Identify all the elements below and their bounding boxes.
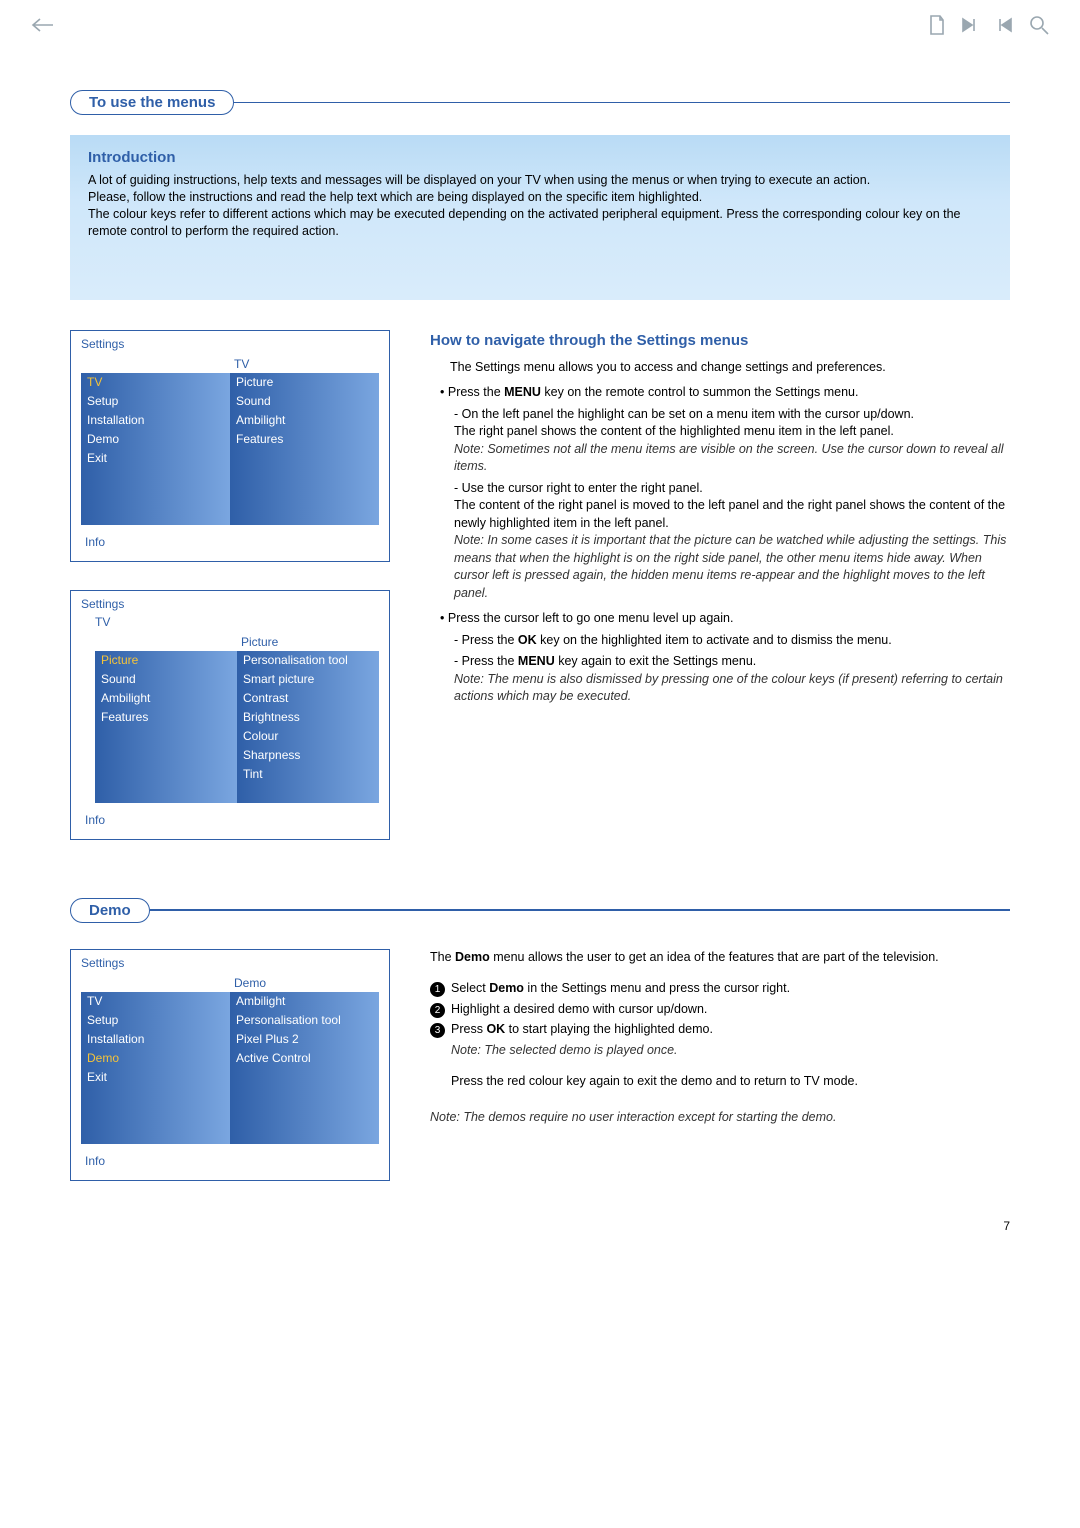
- menu-item[interactable]: Sound: [95, 670, 237, 689]
- intro-heading: Introduction: [88, 149, 992, 166]
- how-heading: How to navigate through the Settings men…: [430, 330, 1010, 351]
- menu-panel-1: Settings TVSetupInstallationDemoExit...T…: [70, 330, 390, 562]
- info-label: Info: [81, 803, 379, 829]
- menu-item[interactable]: .: [95, 784, 237, 803]
- menu-item[interactable]: Picture: [95, 651, 237, 670]
- menu-item[interactable]: Personalisation tool: [230, 1011, 379, 1030]
- step-3: 3Press OK to start playing the highlight…: [430, 1021, 1010, 1039]
- menu-item[interactable]: Exit: [81, 1068, 230, 1087]
- toolbar: [0, 14, 1080, 39]
- step-1: 1Select Demo in the Settings menu and pr…: [430, 980, 1010, 998]
- menu-item[interactable]: Exit: [81, 449, 230, 468]
- section-header: To use the menus: [70, 90, 1010, 115]
- menu-item[interactable]: .: [230, 1068, 379, 1087]
- panel-title: Settings: [81, 597, 379, 611]
- menu-item[interactable]: Tint: [237, 765, 379, 784]
- menu-item[interactable]: .: [237, 784, 379, 803]
- menu-item[interactable]: Sound: [230, 392, 379, 411]
- sub-cursor-right: Use the cursor right to enter the right …: [454, 480, 1010, 603]
- menu-item[interactable]: TV: [81, 992, 230, 1011]
- breadcrumb: TV: [81, 615, 379, 629]
- menu-item[interactable]: TV: [81, 373, 230, 392]
- menu-item[interactable]: Features: [95, 708, 237, 727]
- how-to-text: How to navigate through the Settings men…: [430, 330, 1010, 868]
- menu-item[interactable]: Colour: [237, 727, 379, 746]
- menu-item[interactable]: .: [95, 746, 237, 765]
- menu-item[interactable]: Installation: [81, 1030, 230, 1049]
- demo-section-title: Demo: [70, 898, 150, 923]
- menu-item[interactable]: .: [230, 506, 379, 525]
- info-label: Info: [81, 1144, 379, 1170]
- prev-track-icon[interactable]: [994, 16, 1014, 37]
- menu-item[interactable]: Contrast: [237, 689, 379, 708]
- page-number: 7: [1003, 1219, 1010, 1233]
- right-header: TV: [230, 355, 379, 373]
- intro-p1: A lot of guiding instructions, help text…: [88, 172, 992, 189]
- demo-footnote: Note: The demos require no user interact…: [430, 1109, 1010, 1127]
- bullet-cursor-left: Press the cursor left to go one menu lev…: [440, 610, 1010, 706]
- menu-item[interactable]: Personalisation tool: [237, 651, 379, 670]
- menu-item[interactable]: .: [95, 765, 237, 784]
- menu-item[interactable]: Ambilight: [230, 992, 379, 1011]
- red-key-note: Press the red colour key again to exit t…: [430, 1073, 1010, 1091]
- menu-item[interactable]: .: [81, 1106, 230, 1125]
- step-2: 2Highlight a desired demo with cursor up…: [430, 1001, 1010, 1019]
- bullet-menu-key: Press the MENU key on the remote control…: [440, 384, 1010, 602]
- menu-item[interactable]: Setup: [81, 392, 230, 411]
- menu-item[interactable]: .: [95, 727, 237, 746]
- menu-item[interactable]: .: [81, 506, 230, 525]
- menu-item[interactable]: Pixel Plus 2: [230, 1030, 379, 1049]
- right-header: Picture: [237, 633, 379, 651]
- sub-ok-key: Press the OK key on the highlighted item…: [454, 632, 1010, 650]
- menu-item[interactable]: .: [81, 487, 230, 506]
- section-title: To use the menus: [70, 90, 234, 115]
- menu-item[interactable]: .: [230, 449, 379, 468]
- how-lead: The Settings menu allows you to access a…: [430, 359, 1010, 377]
- menu-item[interactable]: .: [230, 1106, 379, 1125]
- intro-p2: Please, follow the instructions and read…: [88, 189, 992, 206]
- info-label: Info: [81, 525, 379, 551]
- menu-item[interactable]: .: [81, 1087, 230, 1106]
- menu-item[interactable]: Picture: [230, 373, 379, 392]
- menu-item[interactable]: Active Control: [230, 1049, 379, 1068]
- sub-left-panel: On the left panel the highlight can be s…: [454, 406, 1010, 476]
- sub-menu-exit: Press the MENU key again to exit the Set…: [454, 653, 1010, 706]
- menu-item[interactable]: Features: [230, 430, 379, 449]
- panel-title: Settings: [81, 337, 379, 351]
- menu-panel-demo: Settings TVSetupInstallationDemoExit...D…: [70, 949, 390, 1181]
- demo-intro: The Demo menu allows the user to get an …: [430, 949, 1010, 967]
- menu-item[interactable]: .: [230, 468, 379, 487]
- demo-text: The Demo menu allows the user to get an …: [430, 949, 1010, 1209]
- back-icon[interactable]: [30, 16, 56, 37]
- panel-title: Settings: [81, 956, 379, 970]
- menu-item[interactable]: .: [230, 1125, 379, 1144]
- menu-item[interactable]: .: [230, 1087, 379, 1106]
- menu-item[interactable]: Demo: [81, 430, 230, 449]
- right-header: Demo: [230, 974, 379, 992]
- intro-p3: The colour keys refer to different actio…: [88, 206, 992, 240]
- demo-section-header: Demo: [70, 898, 1010, 923]
- menu-item[interactable]: Setup: [81, 1011, 230, 1030]
- menu-item[interactable]: .: [81, 468, 230, 487]
- menu-item[interactable]: Brightness: [237, 708, 379, 727]
- menu-item[interactable]: Sharpness: [237, 746, 379, 765]
- next-track-icon[interactable]: [960, 16, 980, 37]
- menu-panel-2: SettingsTV PictureSoundAmbilightFeatures…: [70, 590, 390, 840]
- menu-item[interactable]: Demo: [81, 1049, 230, 1068]
- menu-item[interactable]: .: [230, 487, 379, 506]
- menu-item[interactable]: Installation: [81, 411, 230, 430]
- step-3-note: Note: The selected demo is played once.: [430, 1042, 1010, 1060]
- page-icon[interactable]: [928, 14, 946, 39]
- menu-item[interactable]: Ambilight: [95, 689, 237, 708]
- menu-item[interactable]: Smart picture: [237, 670, 379, 689]
- menu-item[interactable]: .: [81, 1125, 230, 1144]
- search-icon[interactable]: [1028, 14, 1050, 39]
- menu-item[interactable]: Ambilight: [230, 411, 379, 430]
- intro-box: Introduction A lot of guiding instructio…: [70, 135, 1010, 300]
